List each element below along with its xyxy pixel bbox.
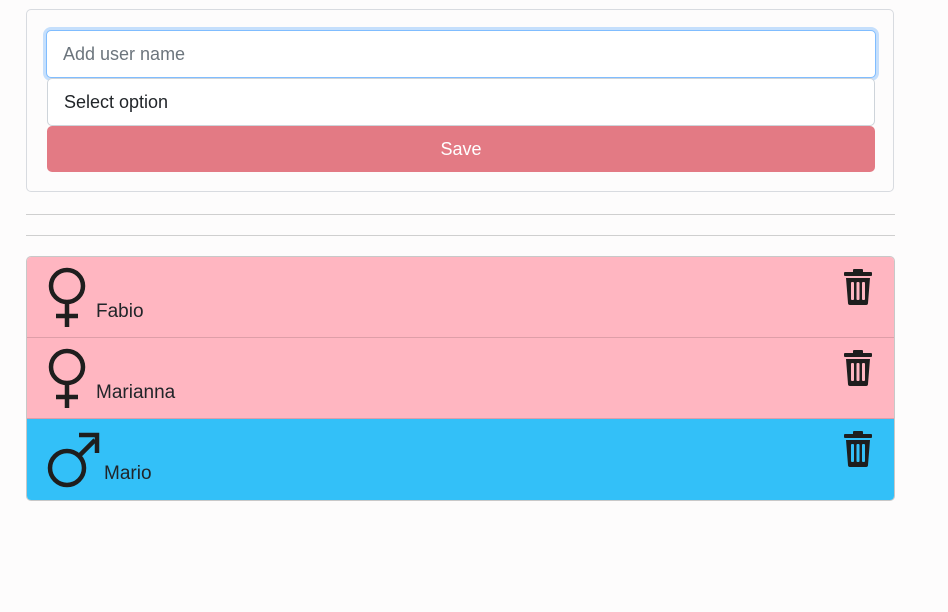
gender-select-value: Select option: [64, 91, 169, 112]
female-icon: [48, 348, 86, 408]
female-icon: [48, 267, 86, 327]
user-name: Mario: [104, 463, 152, 484]
user-list: Fabio Marianna Mario: [26, 256, 895, 501]
user-row-marianna: Marianna: [27, 338, 894, 419]
divider: [26, 214, 895, 215]
user-row-mario: Mario: [27, 419, 894, 500]
save-button[interactable]: Save: [47, 126, 875, 172]
user-name-input[interactable]: [46, 30, 876, 78]
male-icon: [47, 432, 100, 488]
user-name: Fabio: [96, 301, 144, 322]
gender-select[interactable]: Select option: [47, 78, 875, 126]
divider: [26, 235, 895, 236]
user-row-fabio: Fabio: [27, 257, 894, 338]
trash-icon[interactable]: [840, 431, 876, 467]
trash-icon[interactable]: [840, 269, 876, 305]
trash-icon[interactable]: [840, 350, 876, 386]
user-name: Marianna: [96, 382, 176, 403]
add-user-form: Select option Save: [26, 9, 894, 192]
